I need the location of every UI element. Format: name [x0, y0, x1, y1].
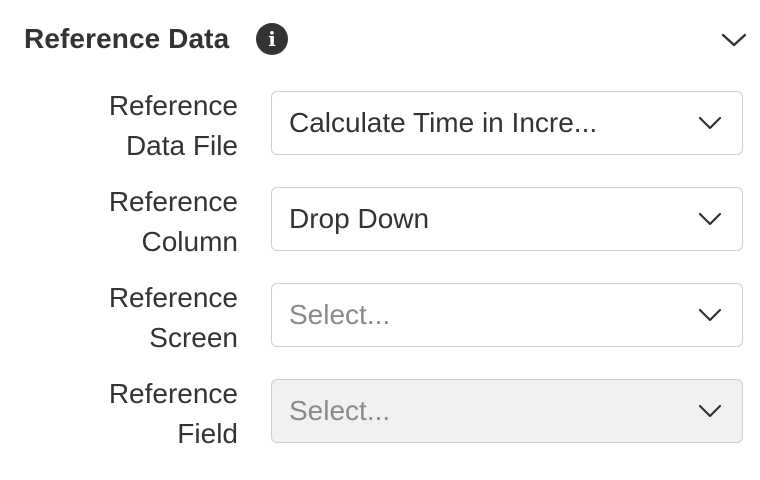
field-row-reference-column: Reference Column Drop Down: [0, 182, 760, 262]
select-placeholder: Select...: [289, 299, 391, 330]
collapse-toggle-chevron-down-icon[interactable]: [718, 26, 750, 54]
field-label-reference-field: Reference Field: [18, 374, 238, 454]
field-label-reference-data-file: Reference Data File: [18, 86, 238, 166]
info-icon[interactable]: i: [256, 23, 288, 55]
field-row-reference-data-file: Reference Data File Calculate Time in In…: [0, 86, 760, 166]
chevron-down-icon: [696, 400, 724, 422]
select-placeholder: Select...: [289, 395, 391, 426]
select-value: Drop Down: [289, 203, 430, 234]
chevron-down-icon: [696, 208, 724, 230]
field-label-reference-screen: Reference Screen: [18, 278, 238, 358]
field-label-reference-column: Reference Column: [18, 182, 238, 262]
reference-field-select: Select...: [271, 379, 743, 443]
label-line: Column: [141, 226, 238, 257]
chevron-down-icon: [696, 304, 724, 326]
section-header: Reference Data i: [0, 0, 760, 80]
label-line: Reference: [108, 186, 238, 217]
chevron-down-icon: [696, 112, 724, 134]
select-value: Calculate Time in Incre...: [289, 107, 598, 138]
label-line: Data File: [125, 130, 238, 161]
reference-data-file-select[interactable]: Calculate Time in Incre...: [271, 91, 743, 155]
field-row-reference-field: Reference Field Select...: [0, 374, 760, 454]
field-row-reference-screen: Reference Screen Select...: [0, 278, 760, 358]
reference-screen-select[interactable]: Select...: [271, 283, 743, 347]
label-line: Reference: [108, 378, 238, 409]
label-line: Reference: [108, 282, 238, 313]
section-title: Reference Data: [24, 23, 230, 54]
label-line: Screen: [149, 322, 238, 353]
label-line: Field: [177, 418, 238, 449]
label-line: Reference: [108, 90, 238, 121]
reference-column-select[interactable]: Drop Down: [271, 187, 743, 251]
